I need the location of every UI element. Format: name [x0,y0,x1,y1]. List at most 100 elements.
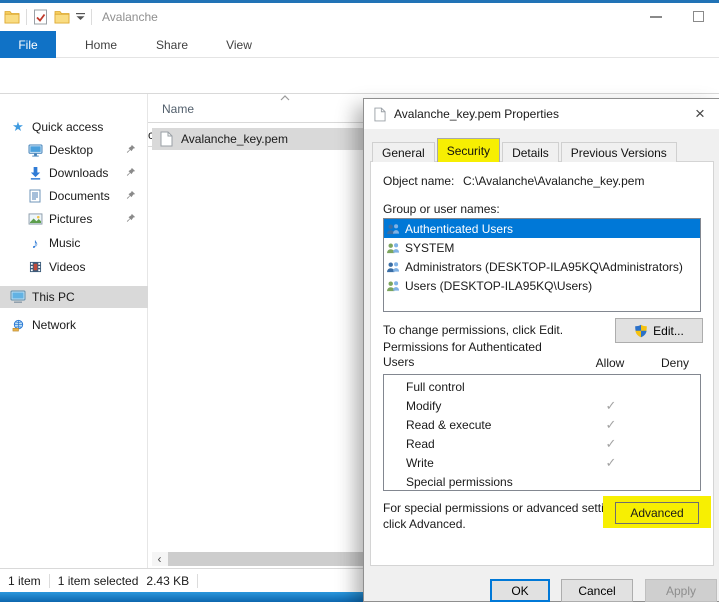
permission-name: Write [406,456,434,470]
folder-icon [4,10,20,24]
group-row-authenticated-users[interactable]: Authenticated Users [384,219,700,238]
sidebar-item-label: Desktop [49,143,93,157]
maximize-button[interactable] [677,3,719,30]
allow-checkmark: ✓ [586,417,636,433]
pin-icon [126,144,136,154]
tab-security[interactable]: Security [437,138,500,162]
quick-access-star-icon: ★ [10,119,26,135]
tab-details[interactable]: Details [502,142,559,162]
permissions-header-line1: Permissions for Authenticated [383,340,583,355]
sidebar-item-videos[interactable]: Videos [0,256,148,278]
pem-file-icon [160,131,173,147]
scrollbar-thumb[interactable] [168,552,363,566]
object-name-row: Object name: C:\Avalanche\Avalanche_key.… [383,174,644,188]
divider [197,574,198,588]
quick-access-toolbar: Avalanche [4,3,158,30]
sidebar-item-pictures[interactable]: Pictures [0,208,148,230]
dialog-title: Avalanche_key.pem Properties [394,107,559,121]
users-group-icon [386,242,401,254]
permission-row-special: Special permissions [384,472,700,491]
sidebar-item-downloads[interactable]: Downloads [0,162,148,184]
permission-row-write: Write ✓ [384,453,700,472]
group-names-list[interactable]: Authenticated Users SYSTEM Administrator… [383,218,701,312]
file-name: Avalanche_key.pem [181,132,288,146]
permissions-header-line2: Users [383,355,583,370]
group-name: Users (DESKTOP-ILA95KQ\Users) [405,279,592,293]
advanced-hint-text: For special permissions or advanced sett… [383,500,626,532]
pin-icon [126,213,136,223]
sidebar-item-music[interactable]: ♪ Music [0,232,148,254]
users-group-icon [386,280,401,292]
group-names-label: Group or user names: [383,202,500,216]
cancel-button[interactable]: Cancel [561,579,633,602]
dialog-titlebar[interactable]: Avalanche_key.pem Properties × [364,99,719,129]
sidebar-item-desktop[interactable]: Desktop [0,139,148,161]
permission-name: Special permissions [406,475,513,489]
tab-share[interactable]: Share [146,31,198,58]
horizontal-scrollbar[interactable]: ‹ [152,552,363,566]
allow-checkmark: ✓ [586,455,636,471]
screen: Avalanche File Home Share View ← → ↑ « L… [0,0,719,602]
advanced-hint-line2: click Advanced. [383,516,626,532]
group-row-users[interactable]: Users (DESKTOP-ILA95KQ\Users) [384,276,700,295]
deny-column-header: Deny [652,356,698,370]
status-selected-count: 1 item selected [50,574,147,588]
caption-buttons [635,3,719,30]
allow-checkmark: ✓ [586,436,636,452]
file-row-selected[interactable]: Avalanche_key.pem [152,128,363,150]
sidebar-item-network[interactable]: Network [0,314,148,336]
allow-checkmark: ✓ [586,398,636,414]
close-icon: × [695,104,705,124]
column-header-name[interactable]: Name [162,102,194,116]
group-row-system[interactable]: SYSTEM [384,238,700,257]
allow-column-header: Allow [585,356,635,370]
network-icon [10,319,26,332]
sidebar-item-documents[interactable]: Documents [0,185,148,207]
advanced-button[interactable]: Advanced [615,502,699,524]
close-button[interactable]: × [683,99,717,129]
permissions-list[interactable]: Full control Modify ✓ Read & execute ✓ R… [383,374,701,491]
this-pc-icon [10,290,26,304]
ok-button[interactable]: OK [490,579,550,602]
group-name: SYSTEM [405,241,454,255]
edit-button[interactable]: Edit... [615,318,703,343]
minimize-button[interactable] [635,3,677,30]
tab-file[interactable]: File [0,31,56,58]
permission-row-full-control: Full control [384,377,700,396]
folder-icon[interactable] [54,10,70,24]
navigation-pane: ★ Quick access Desktop Downloads Documen… [0,94,148,568]
desktop-icon [27,144,43,157]
maximize-icon [693,11,704,22]
pem-file-icon [374,107,386,122]
sidebar-item-label: Music [49,236,80,250]
qat-dropdown-icon[interactable] [76,13,85,21]
explorer-titlebar[interactable]: Avalanche [0,3,719,30]
object-name-value: C:\Avalanche\Avalanche_key.pem [463,174,644,188]
sidebar-item-this-pc[interactable]: This PC [0,286,148,308]
sidebar-item-label: This PC [32,290,75,304]
tab-home[interactable]: Home [76,31,126,58]
sort-ascending-icon[interactable] [280,95,290,101]
music-icon: ♪ [27,235,43,251]
properties-check-icon[interactable] [33,9,48,25]
videos-icon [27,261,43,273]
group-name: Administrators (DESKTOP-ILA95KQ\Administ… [405,260,683,274]
users-group-icon [386,261,401,273]
uac-shield-icon [634,324,648,338]
tab-general[interactable]: General [372,142,435,162]
tab-previous-versions[interactable]: Previous Versions [561,142,677,162]
sidebar-item-label: Videos [49,260,85,274]
security-tab-page: Object name: C:\Avalanche\Avalanche_key.… [370,161,714,566]
group-row-administrators[interactable]: Administrators (DESKTOP-ILA95KQ\Administ… [384,257,700,276]
tab-view[interactable]: View [216,31,262,58]
address-bar-row: ← → ↑ « Local Disk (C:) › Avalanche [0,58,719,94]
sidebar-item-label: Pictures [49,212,92,226]
sidebar-item-label: Quick access [32,120,103,134]
scroll-left-arrow[interactable]: ‹ [152,552,167,566]
sidebar-item-quick-access[interactable]: ★ Quick access [0,116,148,138]
properties-dialog: Avalanche_key.pem Properties × General S… [363,98,719,602]
pin-icon [126,167,136,177]
pictures-icon [27,213,43,225]
edit-hint-text: To change permissions, click Edit. [383,323,563,337]
pin-icon [126,190,136,200]
